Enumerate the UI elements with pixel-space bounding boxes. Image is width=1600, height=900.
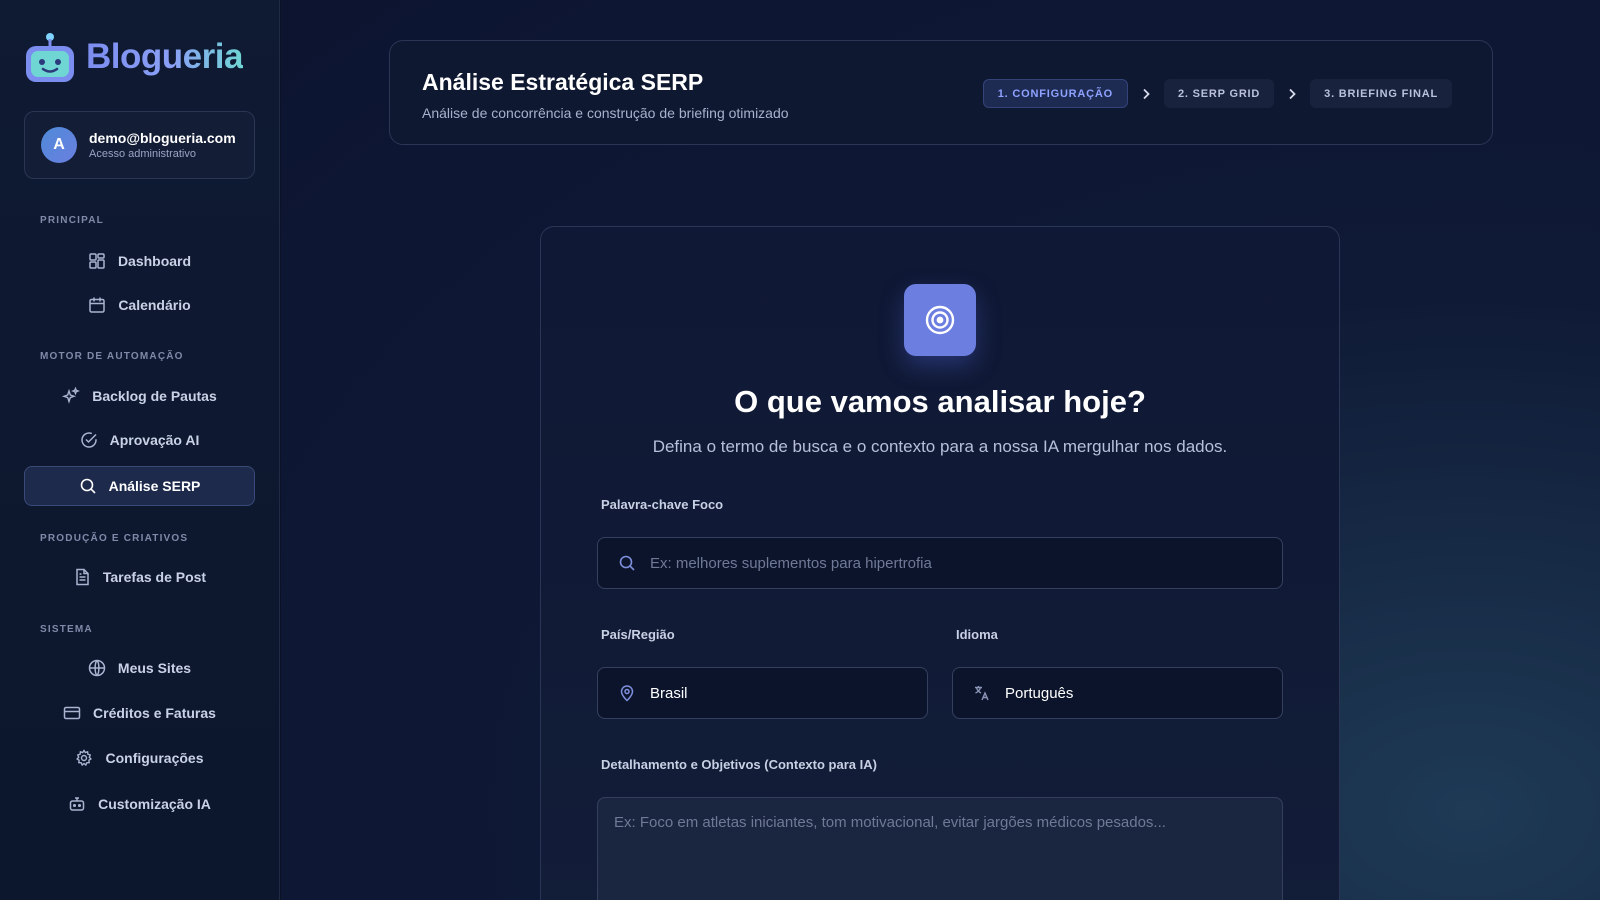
bot-icon: [68, 795, 86, 813]
section-title-principal: PRINCIPAL: [40, 215, 104, 226]
sidebar-item-label: Análise SERP: [108, 478, 201, 494]
country-value: Brasil: [650, 684, 688, 702]
sidebar-item-analise-serp[interactable]: Análise SERP: [24, 466, 255, 506]
credit-card-icon: [63, 704, 81, 722]
sidebar: Blogueria A demo@blogueria.com Acesso ad…: [0, 0, 280, 900]
translate-icon: [973, 684, 991, 702]
form-subtitle: Defina o termo de busca e o contexto par…: [652, 437, 1228, 456]
sidebar-item-label: Aprovação AI: [109, 432, 200, 448]
sparkles-icon: [62, 387, 81, 405]
sidebar-item-label: Calendário: [118, 297, 191, 313]
sidebar-item-label: Configurações: [105, 750, 204, 766]
stepper: 1. CONFIGURAÇÃO 2. SERP GRID 3. BRIEFING…: [982, 79, 1452, 108]
sidebar-item-label: Backlog de Pautas: [92, 388, 217, 404]
step-briefing-final[interactable]: 3. BRIEFING FINAL: [1310, 79, 1452, 108]
language-value: Português: [1005, 684, 1074, 702]
user-card[interactable]: A demo@blogueria.com Acesso administrati…: [24, 111, 255, 179]
search-icon: [79, 477, 97, 495]
country-label: País/Região: [601, 627, 675, 642]
keyword-input[interactable]: Ex: melhores suplementos para hipertrofi…: [597, 537, 1283, 589]
page-subtitle: Análise de concorrência e construção de …: [422, 105, 789, 121]
context-label: Detalhamento e Objetivos (Contexto para …: [601, 757, 877, 772]
document-icon: [73, 568, 91, 586]
chevron-right-icon: [1284, 86, 1300, 102]
step-serp-grid[interactable]: 2. SERP GRID: [1164, 79, 1275, 108]
app-root: Blogueria A demo@blogueria.com Acesso ad…: [0, 0, 1600, 900]
robot-logo-icon: [24, 30, 76, 84]
keyword-label: Palavra-chave Foco: [601, 497, 724, 512]
page-title: Análise Estratégica SERP: [422, 69, 704, 95]
avatar: A: [41, 127, 77, 163]
main-content: Análise Estratégica SERP Análise de conc…: [281, 0, 1600, 900]
sidebar-item-customizacao-ia[interactable]: Customização IA: [24, 784, 255, 824]
brand-name: Blogueria: [86, 37, 243, 76]
sidebar-item-aprovacao-ai[interactable]: Aprovação AI: [24, 420, 255, 460]
sidebar-item-label: Créditos e Faturas: [93, 705, 216, 721]
sidebar-item-dashboard[interactable]: Dashboard: [24, 241, 255, 281]
language-select[interactable]: Português: [952, 667, 1283, 719]
sidebar-item-label: Dashboard: [117, 253, 192, 269]
section-title-motor: MOTOR DE AUTOMAÇÃO: [40, 351, 184, 362]
chevron-right-icon: [1138, 86, 1154, 102]
calendar-icon: [88, 296, 106, 314]
globe-icon: [88, 659, 106, 677]
dashboard-grid-icon: [88, 252, 106, 270]
keyword-placeholder: Ex: melhores suplementos para hipertrofi…: [650, 554, 932, 572]
country-select[interactable]: Brasil: [597, 667, 928, 719]
language-label: Idioma: [956, 627, 998, 642]
sidebar-item-calendario[interactable]: Calendário: [24, 285, 255, 325]
sidebar-item-label: Tarefas de Post: [102, 569, 207, 585]
check-circle-icon: [80, 431, 98, 449]
step-configuracao[interactable]: 1. CONFIGURAÇÃO: [982, 79, 1129, 108]
sidebar-item-meus-sites[interactable]: Meus Sites: [24, 648, 255, 688]
gear-icon: [75, 749, 93, 767]
sidebar-item-creditos-faturas[interactable]: Créditos e Faturas: [24, 693, 255, 733]
user-role: Acesso administrativo: [89, 148, 196, 160]
form-title: O que vamos analisar hoje?: [734, 384, 1146, 419]
analysis-form-card: O que vamos analisar hoje? Defina o term…: [540, 226, 1340, 900]
user-email: demo@blogueria.com: [89, 130, 236, 146]
page-header: Análise Estratégica SERP Análise de conc…: [389, 40, 1493, 145]
context-textarea[interactable]: Ex: Foco em atletas iniciantes, tom moti…: [597, 797, 1283, 900]
sidebar-item-label: Meus Sites: [117, 660, 192, 676]
search-icon: [618, 554, 636, 572]
context-placeholder: Ex: Foco em atletas iniciantes, tom moti…: [614, 814, 1166, 831]
sidebar-item-configuracoes[interactable]: Configurações: [24, 738, 255, 778]
sidebar-item-backlog[interactable]: Backlog de Pautas: [24, 376, 255, 416]
map-pin-icon: [618, 684, 636, 702]
brand-logo[interactable]: Blogueria: [24, 30, 243, 84]
user-info: demo@blogueria.com Acesso administrativo: [89, 130, 236, 160]
sidebar-item-tarefas-post[interactable]: Tarefas de Post: [24, 557, 255, 597]
section-title-sistema: SISTEMA: [40, 624, 93, 635]
section-title-producao: PRODUÇÃO E CRIATIVOS: [40, 533, 189, 544]
target-icon: [904, 284, 976, 356]
sidebar-item-label: Customização IA: [98, 796, 211, 812]
